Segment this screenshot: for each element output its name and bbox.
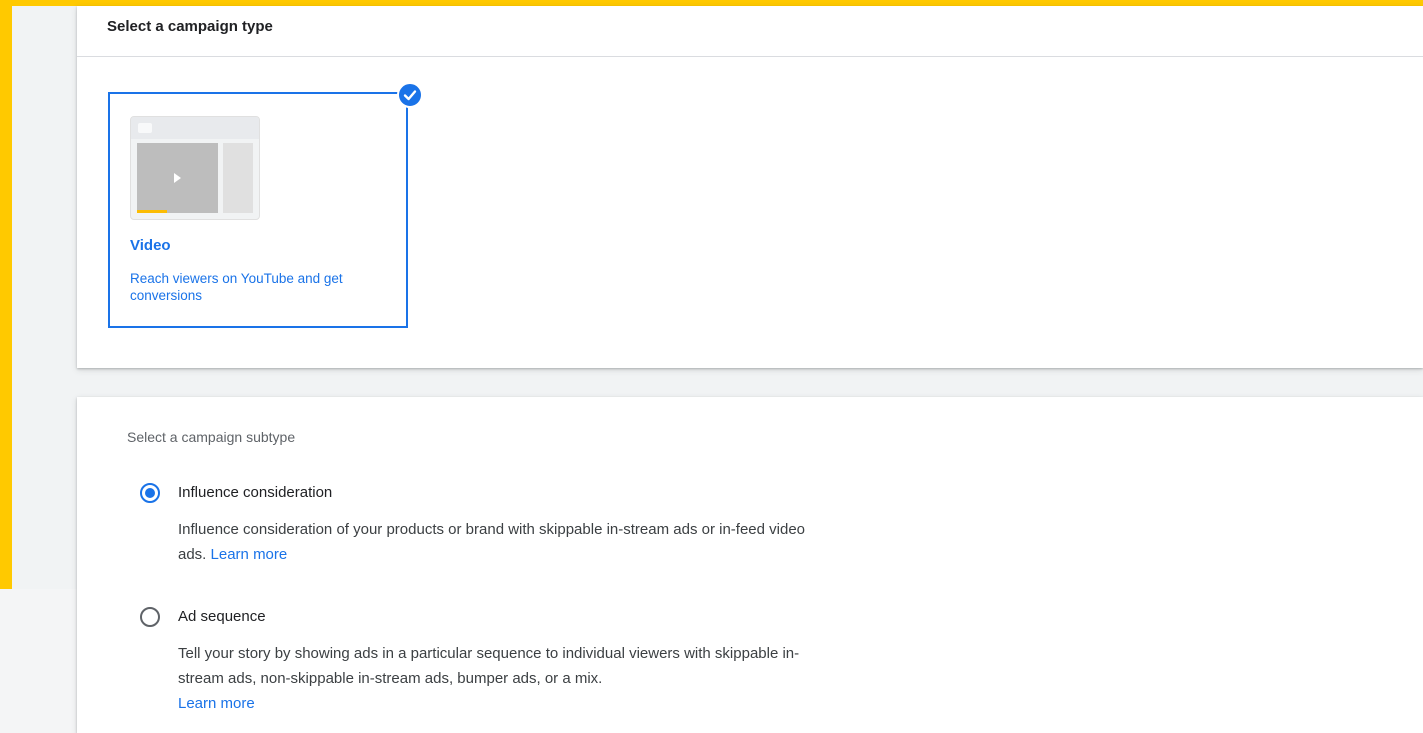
subtype-heading: Select a campaign subtype [127,429,296,445]
option-label[interactable]: Ad sequence [178,607,266,627]
option-description: Influence consideration of your products… [178,517,818,567]
video-player-illustration [130,116,260,220]
progress-bar [137,210,167,213]
option-description: Tell your story by showing ads in a part… [178,641,818,716]
radio-button-selected[interactable] [140,483,160,503]
radio-button[interactable] [140,607,160,627]
left-gutter [0,589,77,733]
learn-more-link[interactable]: Learn more [211,546,288,563]
radio-dot [145,488,155,498]
illustration-header [131,117,259,139]
tile-description: Reach viewers on YouTube and get convers… [130,271,343,303]
campaign-type-title: Select a campaign type [107,18,273,35]
illustration-sidebar [223,143,253,213]
option-description-text: Tell your story by showing ads in a part… [178,645,800,687]
mini-video-icon [138,123,152,133]
learn-more-link[interactable]: Learn more [178,695,255,712]
campaign-type-card: Select a campaign type Video Reach viewe… [77,6,1423,368]
play-icon [174,173,181,183]
card-divider [77,56,1423,57]
illustration-player [137,143,218,213]
tile-title: Video [130,237,171,254]
check-circle-icon [397,82,423,108]
option-label[interactable]: Influence consideration [178,483,332,503]
campaign-subtype-card: Select a campaign subtype Influence cons… [77,397,1423,733]
video-campaign-tile[interactable]: Video Reach viewers on YouTube and get c… [108,82,423,328]
